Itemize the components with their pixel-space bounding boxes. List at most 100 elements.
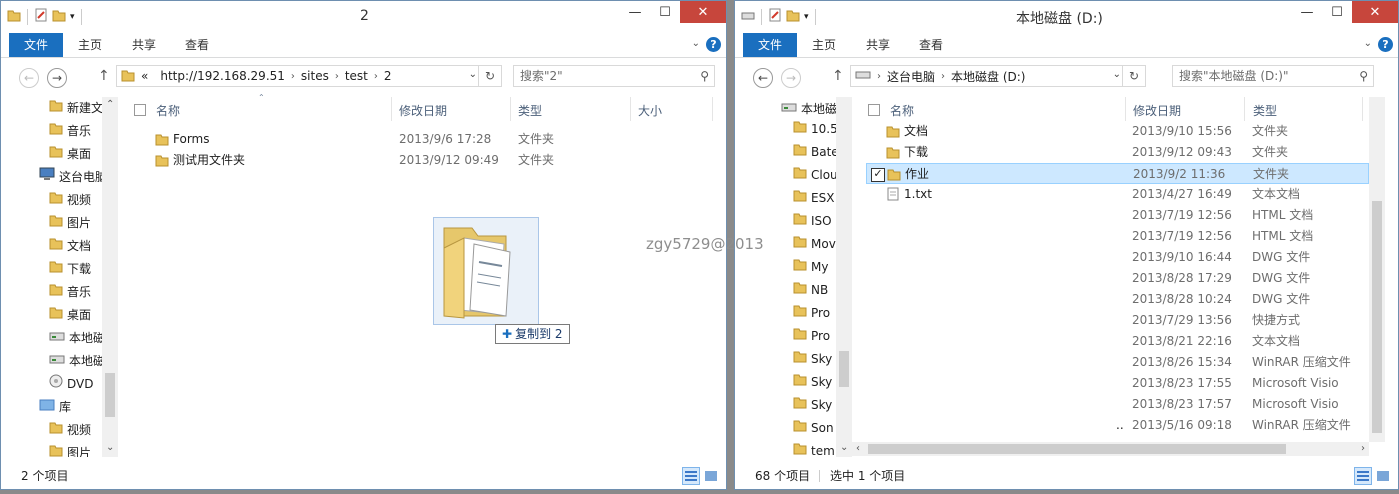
tab-share[interactable]: 共享: [866, 33, 890, 57]
back-button[interactable]: ←: [753, 68, 773, 88]
file-row[interactable]: 测试用文件夹 2013/9/12 09:49 文件夹: [151, 150, 711, 171]
scroll-right-icon[interactable]: ›: [1361, 443, 1365, 454]
column-date[interactable]: 修改日期: [1133, 102, 1181, 119]
nav-tree-item[interactable]: 本地磁: [49, 327, 105, 349]
details-view-button[interactable]: [682, 467, 700, 485]
minimize-button[interactable]: —: [620, 1, 650, 23]
nav-tree-item[interactable]: Sky: [793, 371, 832, 393]
nav-tree-item[interactable]: Bate: [793, 141, 836, 163]
file-row[interactable]: 2013/8/28 10:24 DWG 文件: [866, 289, 1369, 310]
nav-tree-item[interactable]: 10.5: [793, 118, 836, 140]
column-name[interactable]: 名称: [156, 102, 180, 119]
file-row[interactable]: 2013/7/19 12:56 HTML 文档: [866, 205, 1369, 226]
tab-share[interactable]: 共享: [132, 33, 156, 57]
address-dropdown-icon[interactable]: ⌄: [1113, 69, 1121, 80]
close-button[interactable]: ✕: [1352, 1, 1398, 23]
refresh-icon[interactable]: ↻: [478, 66, 501, 86]
expand-ribbon-icon[interactable]: ⌄: [1364, 38, 1372, 49]
customize-toolbar-icon[interactable]: ▾: [70, 12, 75, 22]
nav-tree-item[interactable]: 视频: [49, 419, 91, 441]
hscroll-thumb[interactable]: [868, 444, 1286, 454]
nav-tree-item[interactable]: ISO: [793, 210, 832, 232]
up-button[interactable]: ↑: [98, 68, 110, 84]
file-row[interactable]: Forms 2013/9/6 17:28 文件夹: [151, 129, 711, 150]
nav-tree-item[interactable]: 新建文: [49, 97, 103, 119]
nav-tree-item[interactable]: Pro: [793, 325, 830, 347]
breadcrumb-arrow-icon[interactable]: ›: [291, 71, 295, 82]
row-checkbox[interactable]: ✓: [871, 168, 885, 182]
scroll-down-icon[interactable]: ⌄: [840, 442, 848, 453]
tab-home[interactable]: 主页: [812, 33, 836, 57]
nav-tree-item[interactable]: 图片: [49, 442, 91, 457]
tab-home[interactable]: 主页: [78, 33, 102, 57]
breadcrumb-segment[interactable]: 2: [384, 69, 392, 83]
address-bar[interactable]: « http://192.168.29.51 › sites › test › 2 ⌄…: [116, 65, 502, 87]
nav-tree-item[interactable]: 这台电脑: [39, 166, 107, 188]
help-icon[interactable]: ?: [706, 37, 721, 52]
file-row-selected[interactable]: ✓ 作业 2013/9/2 11:36 文件夹: [866, 163, 1369, 184]
column-type[interactable]: 类型: [1253, 102, 1277, 119]
file-row[interactable]: 下载 2013/9/12 09:43 文件夹: [866, 142, 1369, 163]
nav-tree-item[interactable]: 视频: [49, 189, 91, 211]
new-folder-icon[interactable]: [52, 8, 66, 25]
file-row[interactable]: 2013/8/23 17:55 Microsoft Visio: [866, 373, 1369, 394]
tab-file[interactable]: 文件: [9, 33, 63, 57]
nav-tree-item[interactable]: Clou: [793, 164, 836, 186]
select-all-checkbox[interactable]: [868, 104, 880, 116]
forward-button[interactable]: →: [47, 68, 67, 88]
forward-button[interactable]: →: [781, 68, 801, 88]
nav-tree-item[interactable]: 桌面: [49, 143, 91, 165]
nav-tree-item[interactable]: Sky: [793, 348, 832, 370]
nav-tree-item[interactable]: 桌面: [49, 304, 91, 326]
title-bar[interactable]: ▾ 2 — ☐ ✕: [1, 1, 726, 33]
file-row[interactable]: .. 2013/5/16 09:18 WinRAR 压缩文件: [866, 415, 1369, 436]
scroll-left-icon[interactable]: ‹: [856, 443, 860, 454]
details-view-button[interactable]: [1354, 467, 1372, 485]
nav-tree-item[interactable]: Sky: [793, 394, 832, 416]
breadcrumb-segment[interactable]: 本地磁盘 (D:): [951, 68, 1025, 85]
tab-view[interactable]: 查看: [919, 33, 943, 57]
nav-pane-scrollbar[interactable]: ⌄: [836, 97, 852, 457]
scroll-thumb[interactable]: [1372, 201, 1382, 433]
file-row[interactable]: 2013/8/26 15:34 WinRAR 压缩文件: [866, 352, 1369, 373]
scroll-thumb[interactable]: [839, 351, 849, 387]
breadcrumb-segment[interactable]: test: [345, 69, 368, 83]
scroll-thumb[interactable]: [105, 373, 115, 417]
search-input[interactable]: 搜索"本地磁盘 (D:)" ⚲: [1172, 65, 1374, 87]
properties-icon[interactable]: [34, 8, 48, 25]
select-all-checkbox[interactable]: [134, 104, 146, 116]
breadcrumb-arrow-icon[interactable]: ›: [335, 71, 339, 82]
breadcrumb-arrow-icon[interactable]: ›: [941, 71, 945, 82]
nav-tree-item[interactable]: 文档: [49, 235, 91, 257]
column-size[interactable]: 大小: [638, 102, 662, 119]
tab-view[interactable]: 查看: [185, 33, 209, 57]
nav-tree-item[interactable]: Son: [793, 417, 834, 439]
breadcrumb-arrow-icon[interactable]: ›: [374, 71, 378, 82]
file-row[interactable]: 2013/8/21 22:16 文本文档: [866, 331, 1369, 352]
search-icon[interactable]: ⚲: [1359, 66, 1368, 86]
nav-tree-item[interactable]: 本地磁: [49, 350, 105, 372]
breadcrumb-segment[interactable]: http://192.168.29.51: [160, 69, 285, 83]
file-row[interactable]: 2013/7/19 12:56 HTML 文档: [866, 226, 1369, 247]
nav-tree-item[interactable]: My: [793, 256, 828, 278]
column-name[interactable]: 名称: [890, 102, 914, 119]
address-dropdown-icon[interactable]: ⌄: [469, 69, 477, 80]
breadcrumb-arrow-icon[interactable]: ›: [877, 71, 881, 82]
nav-tree-item[interactable]: NB: [793, 279, 828, 301]
nav-tree-item[interactable]: ESX: [793, 187, 834, 209]
nav-tree-item[interactable]: 库: [39, 396, 71, 418]
column-type[interactable]: 类型: [518, 102, 542, 119]
maximize-button[interactable]: ☐: [650, 1, 680, 23]
nav-tree-item[interactable]: 音乐: [49, 281, 91, 303]
address-bar[interactable]: › 这台电脑 › 本地磁盘 (D:) ⌄ ↻: [850, 65, 1146, 87]
file-row[interactable]: 1.txt 2013/4/27 16:49 文本文档: [866, 184, 1369, 205]
large-icons-view-button[interactable]: [702, 467, 720, 485]
tab-file[interactable]: 文件: [743, 33, 797, 57]
maximize-button[interactable]: ☐: [1322, 1, 1352, 23]
file-list-scrollbar[interactable]: [1369, 97, 1385, 442]
file-row[interactable]: 文档 2013/9/10 15:56 文件夹: [866, 121, 1369, 142]
scroll-down-icon[interactable]: ⌄: [106, 442, 114, 453]
breadcrumb-overflow[interactable]: «: [141, 69, 148, 83]
expand-ribbon-icon[interactable]: ⌄: [692, 38, 700, 49]
column-date[interactable]: 修改日期: [399, 102, 447, 119]
